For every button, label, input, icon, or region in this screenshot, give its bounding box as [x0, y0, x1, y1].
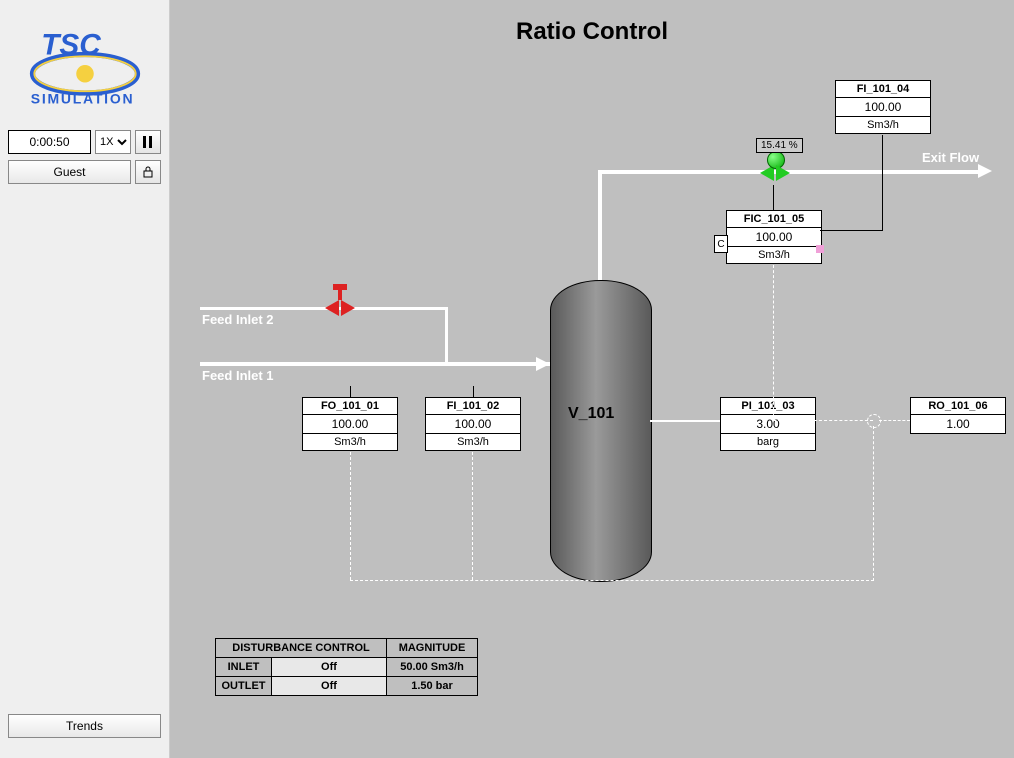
table-cell: INLET — [216, 658, 272, 677]
lock-button[interactable] — [135, 160, 161, 184]
arrow-icon — [978, 164, 992, 178]
instrument-unit: Sm3/h — [303, 434, 397, 450]
manual-valve-icon[interactable] — [325, 296, 355, 318]
instrument-value: 3.00 — [721, 415, 815, 434]
feed2-label: Feed Inlet 2 — [202, 312, 274, 327]
signal-line — [472, 452, 473, 580]
table-cell: 50.00 Sm3/h — [387, 658, 478, 677]
process-canvas: Ratio Control Feed Inlet 2 Feed Inlet 1 … — [170, 0, 1014, 758]
svg-text:TSC: TSC — [41, 29, 101, 62]
valve-opening: 15.41 % — [756, 138, 803, 153]
disturbance-table: DISTURBANCE CONTROL MAGNITUDE INLET Off … — [215, 638, 478, 696]
pipe — [445, 307, 448, 364]
sim-time: 0:00:50 — [8, 130, 91, 154]
pause-button[interactable] — [135, 130, 161, 154]
trends-button[interactable]: Trends — [8, 714, 161, 738]
instrument-tag: FIC_101_05 — [727, 211, 821, 228]
alarm-indicator — [816, 245, 824, 253]
table-header: MAGNITUDE — [387, 639, 478, 658]
arrow-icon — [536, 357, 550, 371]
pipe — [598, 170, 602, 285]
signal-line — [350, 580, 874, 581]
instrument-unit: Sm3/h — [836, 117, 930, 133]
pipe — [200, 362, 550, 366]
instrument-tag: FI_101_04 — [836, 81, 930, 98]
instrument-tag: FO_101_01 — [303, 398, 397, 415]
exit-label: Exit Flow — [922, 150, 979, 165]
link — [882, 170, 883, 231]
user-button[interactable]: Guest — [8, 160, 131, 184]
instrument-value: 100.00 — [836, 98, 930, 117]
control-valve-icon[interactable] — [760, 161, 790, 183]
link — [773, 185, 774, 210]
sidebar: TSC SIMULATION 0:00:50 1X Guest Trends — [0, 0, 170, 758]
disturbance-inlet-toggle[interactable]: Off — [272, 658, 387, 677]
instrument-tag: PI_101_03 — [721, 398, 815, 415]
link — [882, 135, 883, 170]
vessel-v101[interactable] — [550, 280, 652, 582]
instrument-tag: FI_101_02 — [426, 398, 520, 415]
instrument-value: 100.00 — [426, 415, 520, 434]
instrument-ro-101-06[interactable]: RO_101_06 1.00 — [910, 397, 1006, 434]
controller-mode: C — [714, 235, 728, 253]
signal-line — [773, 265, 774, 420]
instrument-tag: RO_101_06 — [911, 398, 1005, 415]
instrument-fo-101-01[interactable]: FO_101_01 100.00 Sm3/h — [302, 397, 398, 451]
signal-node-icon — [867, 414, 881, 428]
signal-line — [773, 420, 873, 421]
instrument-fi-101-04[interactable]: FI_101_04 100.00 Sm3/h — [835, 80, 931, 134]
sim-speed-select[interactable]: 1X — [95, 130, 131, 154]
pipe — [598, 170, 986, 174]
pipe — [200, 307, 445, 310]
table-cell: OUTLET — [216, 677, 272, 696]
instrument-value: 100.00 — [727, 228, 821, 247]
lock-icon — [142, 166, 154, 178]
feed1-label: Feed Inlet 1 — [202, 368, 274, 383]
tsc-logo: TSC SIMULATION — [15, 10, 155, 120]
svg-text:SIMULATION: SIMULATION — [30, 91, 134, 107]
disturbance-outlet-toggle[interactable]: Off — [272, 677, 387, 696]
app-window: TSC SIMULATION 0:00:50 1X Guest Trends — [0, 0, 1014, 758]
instrument-fic-101-05[interactable]: FIC_101_05 100.00 Sm3/h C — [726, 210, 822, 264]
instrument-fi-101-02[interactable]: FI_101_02 100.00 Sm3/h — [425, 397, 521, 451]
signal-line — [873, 426, 874, 581]
page-title: Ratio Control — [170, 18, 1014, 46]
table-cell: 1.50 bar — [387, 677, 478, 696]
vessel-label: V_101 — [568, 405, 614, 423]
signal-line — [350, 452, 351, 580]
instrument-unit: Sm3/h — [727, 247, 821, 263]
link — [820, 230, 882, 231]
table-header: DISTURBANCE CONTROL — [216, 639, 387, 658]
instrument-value: 1.00 — [911, 415, 1005, 433]
instrument-unit: barg — [721, 434, 815, 450]
signal-line — [879, 420, 910, 421]
instrument-unit: Sm3/h — [426, 434, 520, 450]
pause-icon — [143, 136, 153, 148]
pipe — [650, 420, 720, 422]
instrument-value: 100.00 — [303, 415, 397, 434]
instrument-pi-101-03[interactable]: PI_101_03 3.00 barg — [720, 397, 816, 451]
